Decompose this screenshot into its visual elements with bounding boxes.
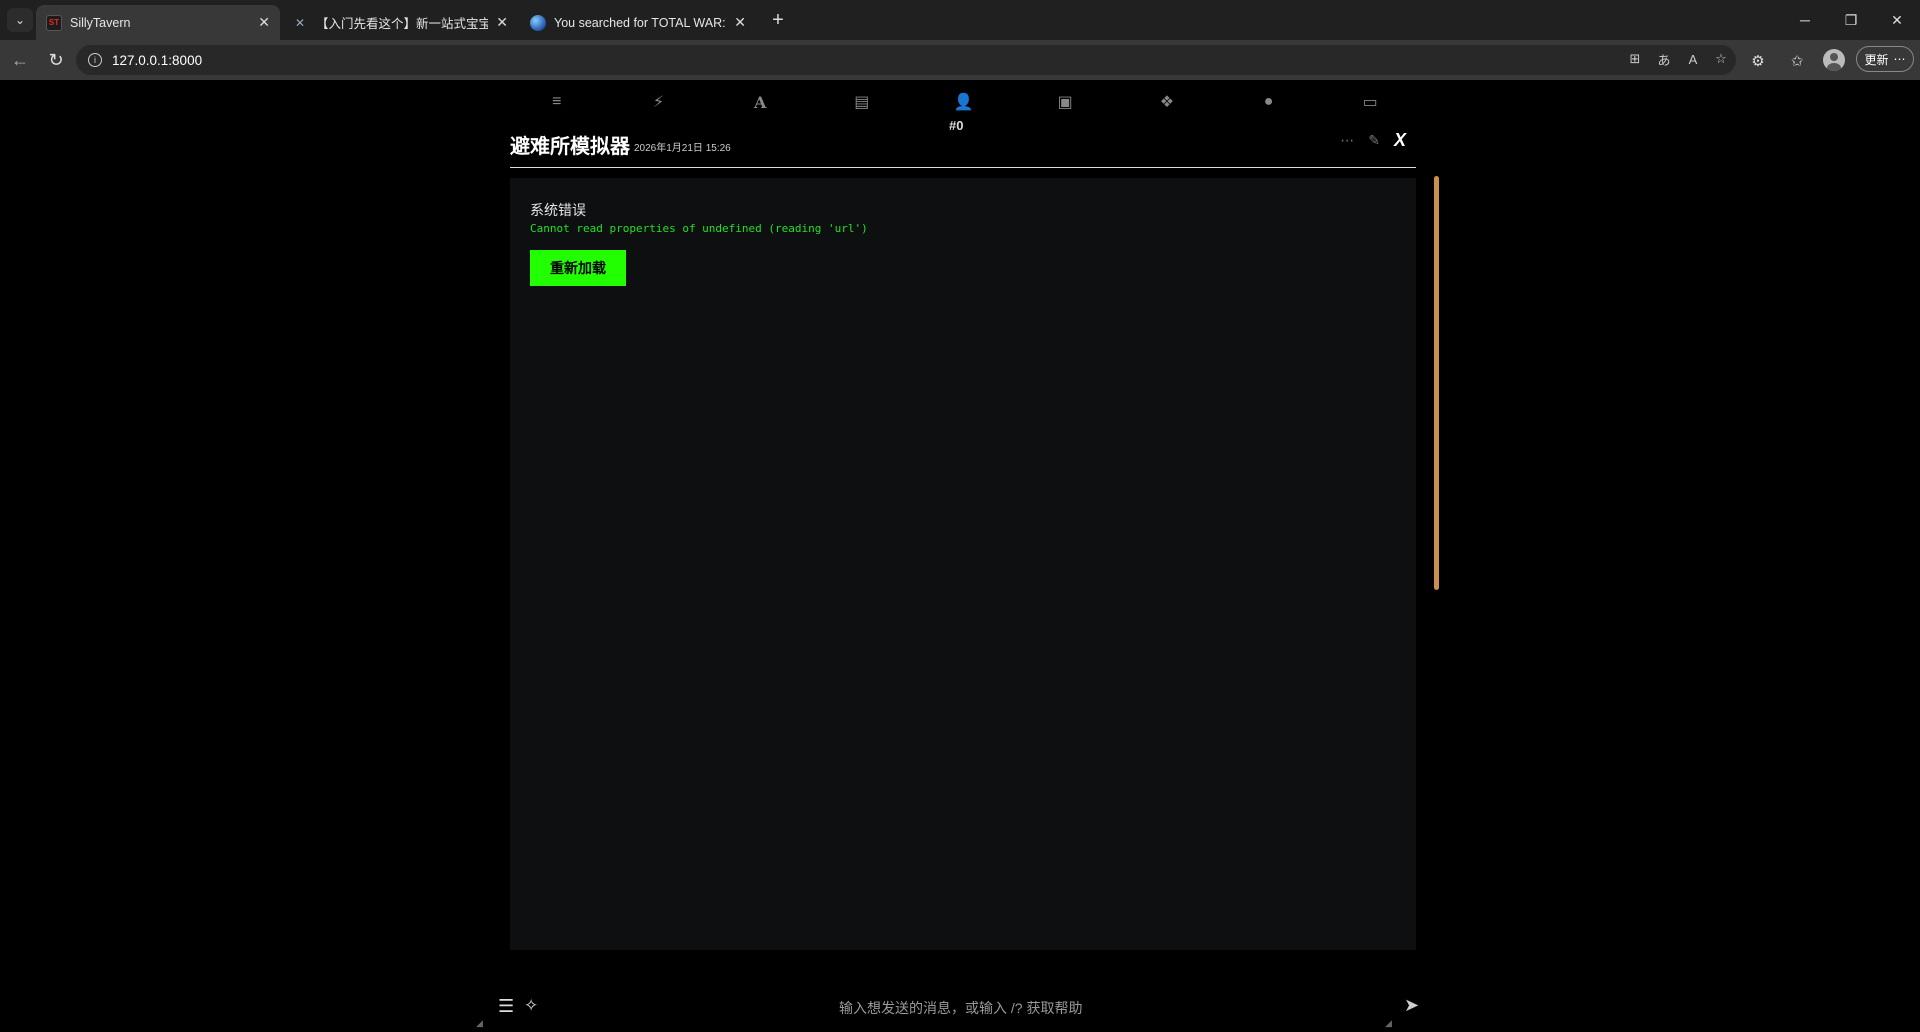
tab-close-icon[interactable]: ✕ (496, 14, 508, 31)
id-card-icon[interactable]: ▭ (1319, 86, 1421, 118)
error-title: 系统错误 (530, 202, 586, 218)
reload-button[interactable]: 重新加载 (530, 250, 626, 286)
tab-title: 【入门先看这个】新一站式宝宝教 (316, 17, 489, 31)
options-menu-icon[interactable]: ☰ (498, 996, 514, 1017)
plug-icon[interactable]: ⚡ (608, 86, 710, 118)
app-available-icon[interactable]: ⊞ (1626, 50, 1644, 68)
magic-wand-icon[interactable]: ✧ (524, 996, 538, 1016)
message-header: 避难所模拟器 2026年1月21日 15:26 ⋯ ✎ X (510, 130, 1416, 168)
more-icon: ⋯ (1893, 52, 1906, 66)
browser-tab-bar: ⌄ ST SillyTavern ✕ ✕ 【入门先看这个】新一站式宝宝教 ✕ Y… (0, 0, 1920, 40)
error-detail: Cannot read properties of undefined (rea… (530, 222, 868, 235)
chat-area: 避难所模拟器 2026年1月21日 15:26 ⋯ ✎ X 系统错误 Canno… (506, 130, 1420, 950)
tab-title: SillyTavern (70, 15, 131, 30)
sliders-icon[interactable]: ≡ (506, 86, 608, 118)
read-aloud-icon[interactable]: A (1684, 50, 1702, 68)
new-tab-button[interactable]: + (764, 6, 792, 34)
update-label: 更新 (1864, 52, 1889, 67)
close-window-button[interactable]: ✕ (1874, 0, 1920, 40)
restore-button[interactable]: ❐ (1828, 0, 1874, 40)
tab-tutorial[interactable]: ✕ 【入门先看这个】新一站式宝宝教 ✕ (282, 5, 518, 40)
favorite-star-icon[interactable]: ☆ (1712, 50, 1730, 68)
message-body: 系统错误 Cannot read properties of undefined… (510, 178, 1416, 950)
message-actions: ⋯ ✎ X (1340, 130, 1406, 151)
profile-avatar[interactable] (1823, 49, 1845, 71)
chat-input-bar: ◢ ☰ ✧ 输入想发送的消息，或输入 /? 获取帮助 ◢ ➤ (4, 990, 1916, 1028)
sillytavern-top-nav: ≡ ⚡ A ▤ 👤 ▣ ❖ ● ▭ (506, 86, 1421, 118)
favorites-icon[interactable]: ✩ (1786, 50, 1808, 72)
address-bar[interactable]: i 127.0.0.1:8000 (76, 45, 1736, 75)
tab-sillytavern[interactable]: ST SillyTavern ✕ (36, 5, 280, 40)
extensions-icon[interactable]: ⚙ (1747, 50, 1769, 72)
font-icon[interactable]: A (709, 86, 811, 118)
edit-pencil-icon[interactable]: ✎ (1368, 132, 1380, 149)
user-gear-icon[interactable]: 👤 (913, 86, 1015, 118)
book-icon[interactable]: ▤ (811, 86, 913, 118)
tab-close-icon[interactable]: ✕ (734, 14, 746, 31)
url-text: 127.0.0.1:8000 (112, 52, 203, 68)
face-icon[interactable]: ● (1218, 86, 1320, 118)
back-button[interactable]: ← (6, 46, 34, 74)
tab-close-icon[interactable]: ✕ (258, 14, 270, 31)
minimize-button[interactable]: ─ (1782, 0, 1828, 40)
site-info-icon[interactable]: i (88, 53, 102, 67)
page-viewport: ≡ ⚡ A ▤ 👤 ▣ ❖ ● ▭ #0 避难所模拟器 2026年1月21日 1… (4, 80, 1916, 1028)
message-timestamp: 2026年1月21日 15:26 (634, 143, 731, 154)
bird-icon: ✕ (294, 15, 306, 30)
tab-title: You searched for TOTAL WAR:THRE (554, 15, 726, 30)
x-logo-icon[interactable]: X (1394, 130, 1406, 151)
resize-handle-icon[interactable]: ◢ (1385, 1018, 1392, 1028)
translate-icon[interactable]: あ (1655, 50, 1673, 68)
update-button[interactable]: 更新 ⋯ (1856, 46, 1914, 72)
sillytavern-favicon-icon: ST (46, 14, 62, 31)
tab-list-button[interactable]: ⌄ (7, 8, 33, 32)
tab-search[interactable]: You searched for TOTAL WAR:THRE ✕ (520, 5, 756, 40)
image-icon[interactable]: ▣ (1014, 86, 1116, 118)
cubes-icon[interactable]: ❖ (1116, 86, 1218, 118)
message-input[interactable]: 输入想发送的消息，或输入 /? 获取帮助 (839, 998, 1082, 1018)
character-name: 避难所模拟器 (510, 136, 630, 158)
more-options-icon[interactable]: ⋯ (1340, 132, 1354, 149)
resize-handle-icon[interactable]: ◢ (476, 1018, 483, 1028)
globe-icon (530, 14, 546, 31)
reload-page-button[interactable]: ↻ (42, 46, 70, 74)
chat-scrollbar[interactable] (1434, 176, 1439, 590)
send-paper-plane-icon[interactable]: ➤ (1404, 995, 1419, 1016)
